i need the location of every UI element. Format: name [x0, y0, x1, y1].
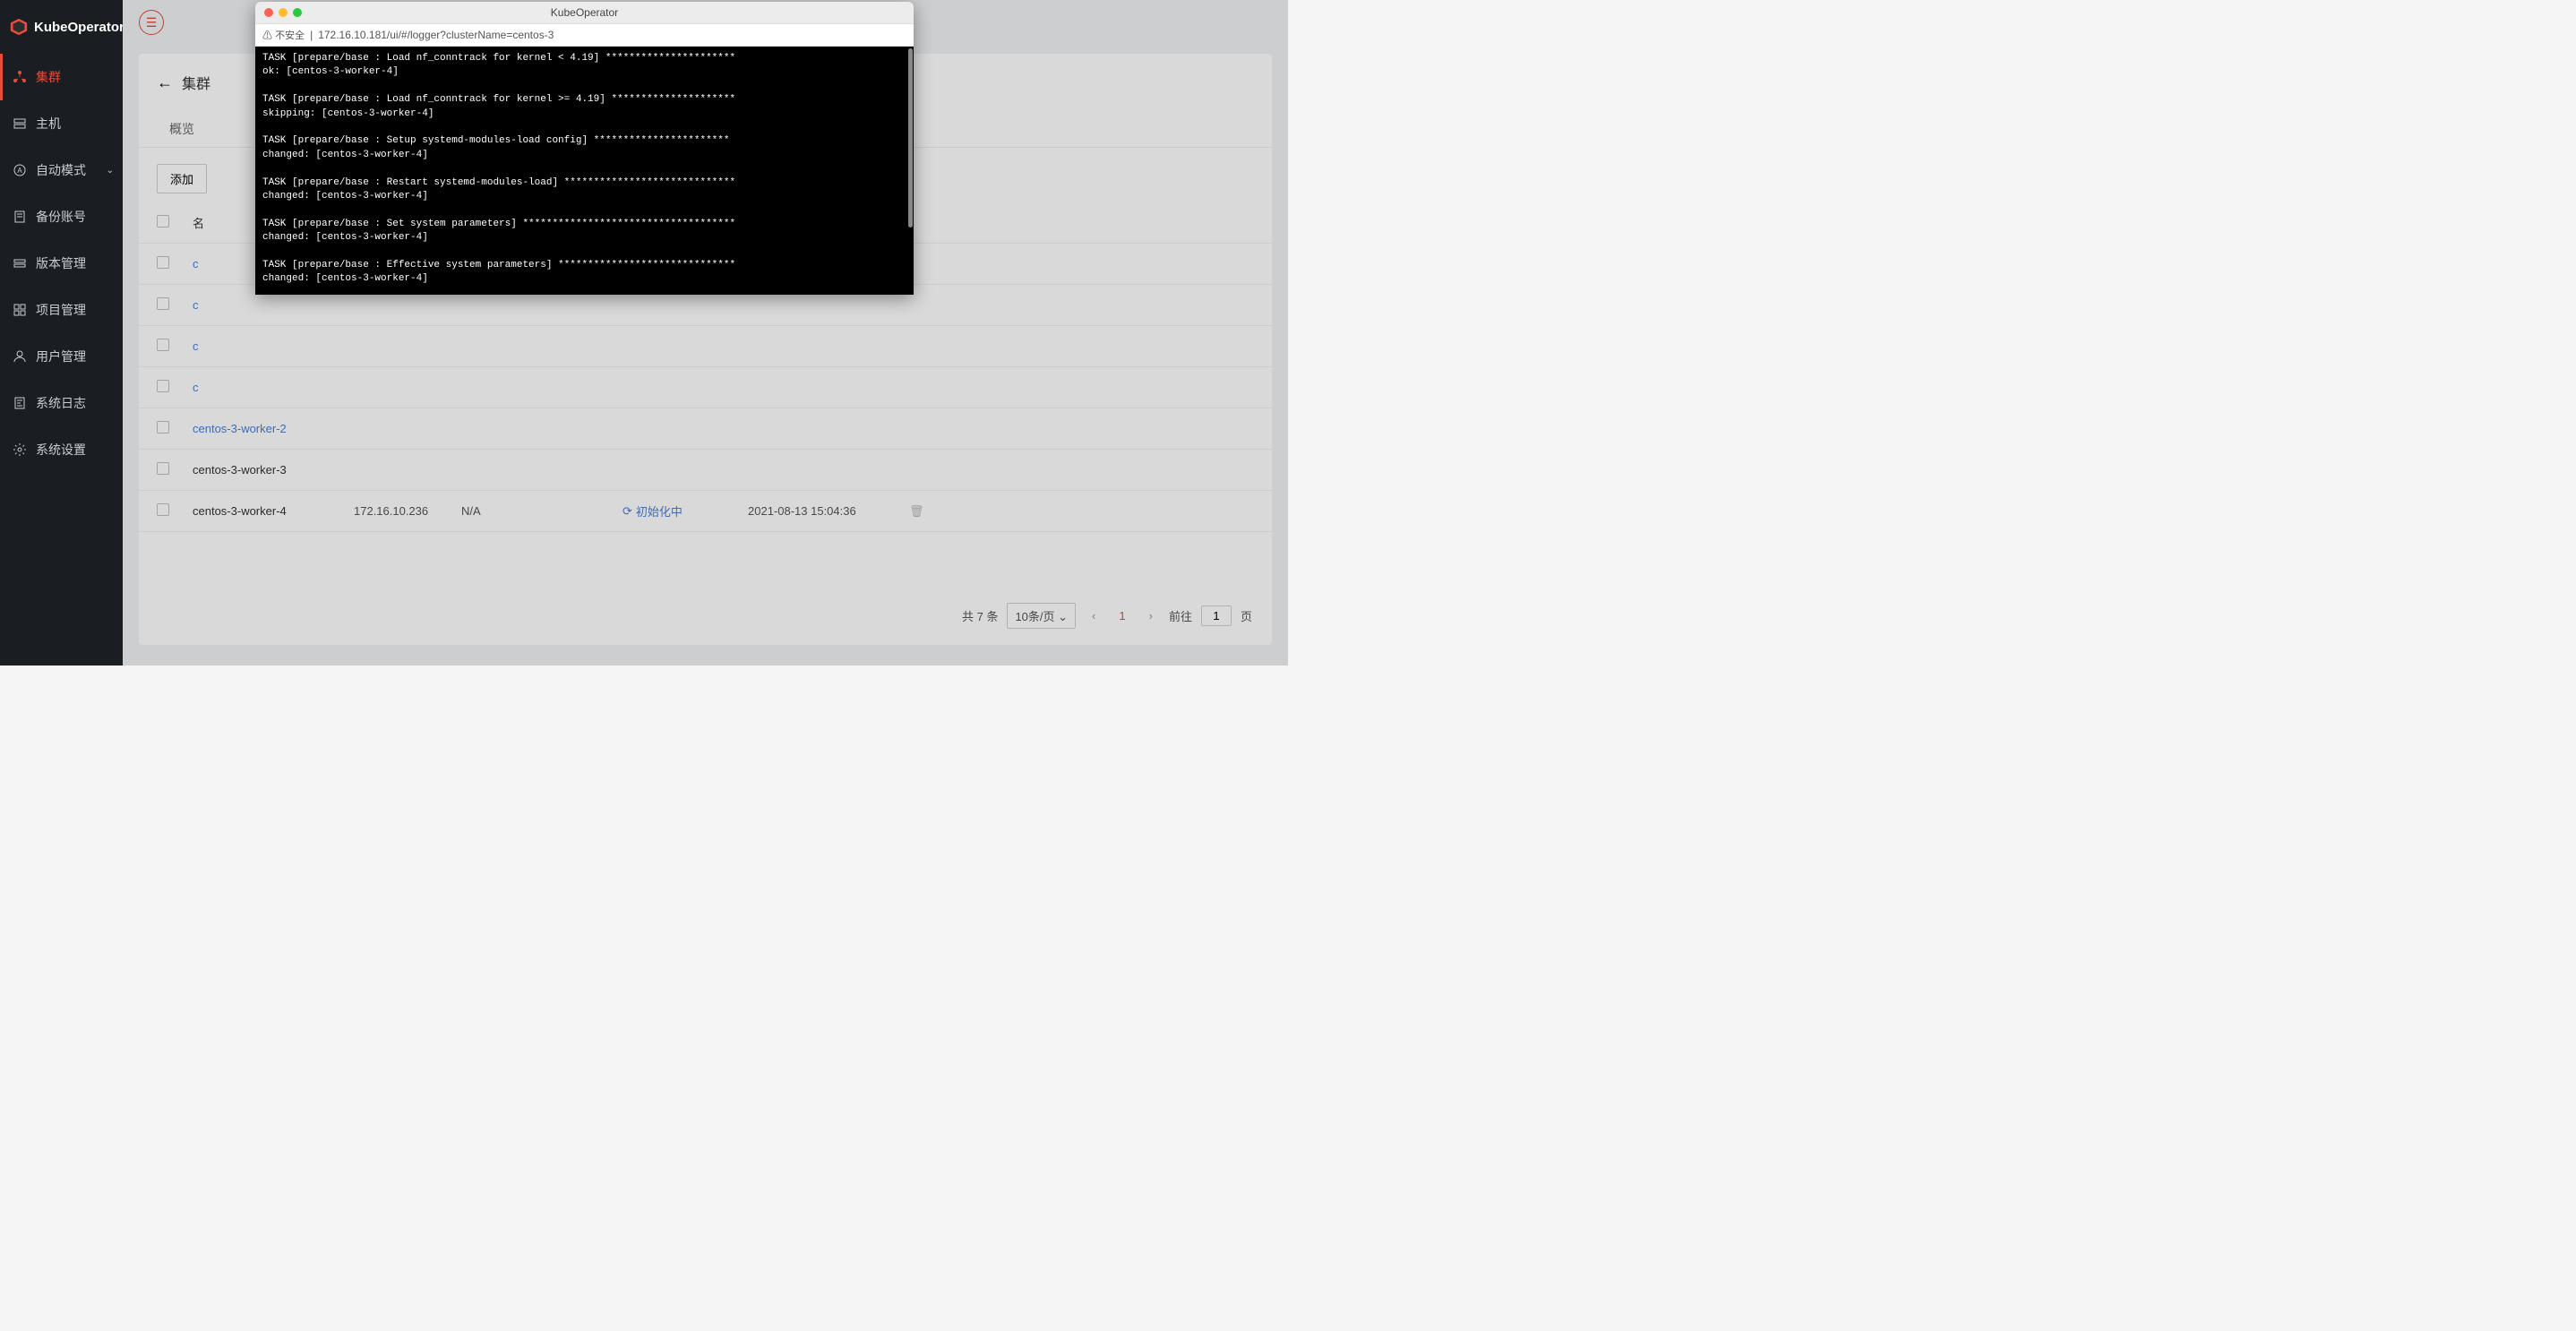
- sidebar: KubeOperator 集群 主机 A 自动模式 ⌄ 备份账号 版本管理 项目…: [0, 0, 123, 666]
- user-icon: [13, 349, 27, 364]
- auto-icon: A: [13, 163, 27, 177]
- sidebar-item-label: 集群: [36, 68, 61, 86]
- sidebar-item-settings[interactable]: 系统设置: [0, 426, 123, 473]
- gear-icon: [13, 442, 27, 457]
- cluster-icon: [13, 70, 27, 84]
- terminal-content: TASK [prepare/base : Load nf_conntrack f…: [262, 53, 812, 295]
- url-text[interactable]: 172.16.10.181/ui/#/logger?clusterName=ce…: [318, 29, 554, 41]
- sidebar-item-label: 用户管理: [36, 348, 86, 365]
- sidebar-item-label: 自动模式: [36, 161, 86, 179]
- sidebar-item-backup[interactable]: 备份账号: [0, 193, 123, 240]
- address-bar: ⚠ 不安全 | 172.16.10.181/ui/#/logger?cluste…: [255, 23, 914, 47]
- sidebar-item-label: 项目管理: [36, 301, 86, 319]
- logo-text: KubeOperator: [34, 20, 125, 35]
- project-icon: [13, 303, 27, 317]
- sidebar-item-label: 系统日志: [36, 394, 86, 412]
- insecure-warning-icon[interactable]: ⚠ 不安全: [262, 28, 305, 42]
- sidebar-item-cluster[interactable]: 集群: [0, 54, 123, 100]
- backup-icon: [13, 210, 27, 224]
- sidebar-item-label: 备份账号: [36, 208, 86, 226]
- popup-titlebar[interactable]: KubeOperator: [255, 2, 914, 23]
- version-icon: [13, 256, 27, 270]
- sidebar-item-label: 版本管理: [36, 254, 86, 272]
- host-icon: [13, 116, 27, 131]
- logger-popup-window: KubeOperator ⚠ 不安全 | 172.16.10.181/ui/#/…: [255, 2, 914, 295]
- sidebar-item-version[interactable]: 版本管理: [0, 240, 123, 287]
- terminal-log[interactable]: TASK [prepare/base : Load nf_conntrack f…: [255, 47, 914, 295]
- sidebar-item-label: 主机: [36, 115, 61, 133]
- sidebar-item-log[interactable]: 系统日志: [0, 380, 123, 426]
- logo: KubeOperator: [0, 0, 123, 54]
- popup-window-title: KubeOperator: [255, 6, 914, 19]
- sidebar-item-auto[interactable]: A 自动模式 ⌄: [0, 147, 123, 193]
- sidebar-item-user[interactable]: 用户管理: [0, 333, 123, 380]
- svg-text:A: A: [17, 167, 22, 175]
- logo-icon: [9, 17, 29, 37]
- sidebar-item-project[interactable]: 项目管理: [0, 287, 123, 333]
- sidebar-item-label: 系统设置: [36, 441, 86, 459]
- log-icon: [13, 396, 27, 410]
- sidebar-item-host[interactable]: 主机: [0, 100, 123, 147]
- chevron-down-icon: ⌄: [107, 166, 114, 176]
- terminal-scrollbar[interactable]: [908, 48, 913, 228]
